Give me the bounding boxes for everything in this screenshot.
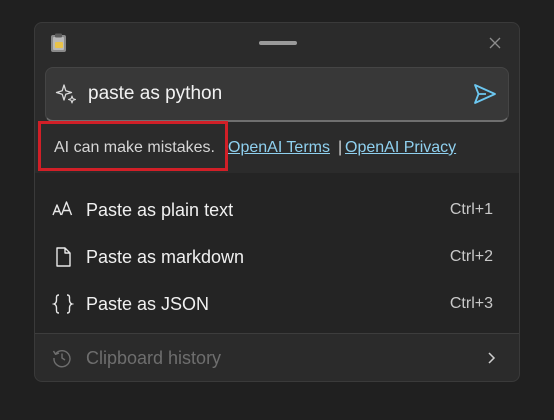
close-button[interactable] <box>483 31 507 55</box>
document-icon <box>52 246 74 268</box>
openai-terms-link[interactable]: OpenAI Terms <box>228 123 330 173</box>
text-format-icon <box>52 199 74 221</box>
drag-handle[interactable] <box>259 41 297 45</box>
sparkle-icon <box>55 84 77 104</box>
openai-privacy-link[interactable]: OpenAI Privacy <box>345 123 456 173</box>
paste-panel: AI can make mistakes. OpenAI Terms | Ope… <box>34 22 520 382</box>
option-shortcut: Ctrl+3 <box>449 295 493 312</box>
option-paste-plain-text[interactable]: Paste as plain text Ctrl+1 <box>35 187 519 233</box>
clipboard-history-label: Clipboard history <box>86 348 222 368</box>
highlight-annotation <box>38 121 228 171</box>
option-shortcut: Ctrl+1 <box>449 201 493 218</box>
paste-options-list: Paste as plain text Ctrl+1 Paste as mark… <box>35 173 519 333</box>
close-icon <box>489 37 501 49</box>
option-label: Paste as plain text <box>86 200 234 220</box>
option-label: Paste as markdown <box>86 247 245 267</box>
clipboard-app-icon <box>51 33 66 52</box>
prompt-input[interactable] <box>88 79 458 109</box>
option-paste-json[interactable]: Paste as JSON Ctrl+3 <box>35 281 519 327</box>
prompt-box <box>45 67 509 122</box>
braces-icon <box>52 293 74 315</box>
option-shortcut: Ctrl+2 <box>449 248 493 265</box>
clipboard-history-button[interactable]: Clipboard history <box>35 334 519 381</box>
title-bar[interactable] <box>35 23 519 63</box>
chevron-right-icon <box>488 352 496 364</box>
send-icon[interactable] <box>472 82 498 106</box>
option-label: Paste as JSON <box>86 294 210 314</box>
option-paste-markdown[interactable]: Paste as markdown Ctrl+2 <box>35 234 519 280</box>
link-separator: | <box>338 139 343 156</box>
history-icon <box>52 350 71 368</box>
